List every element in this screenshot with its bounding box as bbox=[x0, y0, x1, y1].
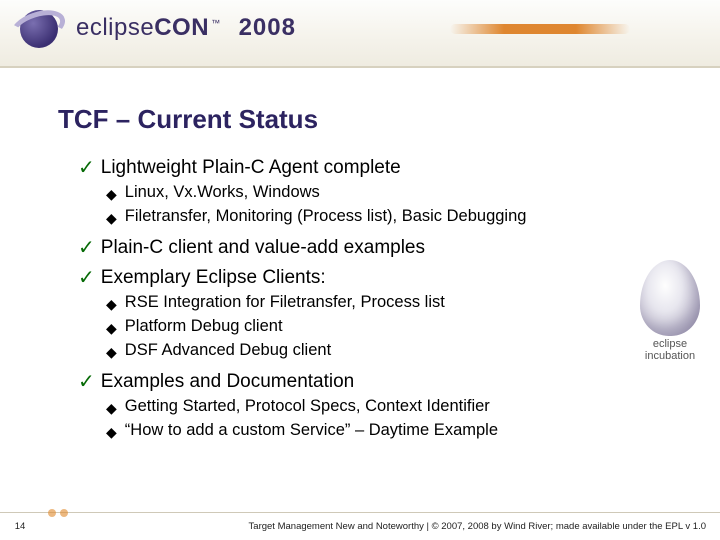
bullet-text: RSE Integration for Filetransfer, Proces… bbox=[125, 293, 445, 312]
diamond-icon: ◆ bbox=[106, 341, 117, 363]
diamond-icon: ◆ bbox=[106, 293, 117, 315]
bullet-l1: ✓ Examples and Documentation bbox=[78, 371, 638, 393]
bullet-text: DSF Advanced Debug client bbox=[125, 341, 331, 360]
header-accent-icon bbox=[450, 24, 630, 34]
checkmark-icon: ✓ bbox=[78, 237, 95, 259]
badge-text: eclipse bbox=[634, 338, 706, 350]
bullet-text: Getting Started, Protocol Specs, Context… bbox=[125, 397, 490, 416]
diamond-icon: ◆ bbox=[106, 207, 117, 229]
bullet-text: Filetransfer, Monitoring (Process list),… bbox=[125, 207, 527, 226]
slide-header: eclipseCON™ 2008 bbox=[0, 0, 720, 68]
bullet-l2: ◆ “How to add a custom Service” – Daytim… bbox=[106, 421, 638, 443]
bullet-l2: ◆ Platform Debug client bbox=[106, 317, 638, 339]
trademark-symbol: ™ bbox=[211, 18, 221, 28]
bullet-text: Lightweight Plain-C Agent complete bbox=[101, 157, 401, 179]
logo-text-bold: CON bbox=[154, 14, 209, 41]
year-label: 2008 bbox=[239, 14, 296, 42]
page-number: 14 bbox=[0, 521, 40, 532]
bullet-text: Plain-C client and value-add examples bbox=[101, 237, 425, 259]
footer-text: Target Management New and Noteworthy | ©… bbox=[40, 521, 720, 532]
bullet-l2: ◆ Filetransfer, Monitoring (Process list… bbox=[106, 207, 638, 229]
bullet-l2: ◆ DSF Advanced Debug client bbox=[106, 341, 638, 363]
checkmark-icon: ✓ bbox=[78, 157, 95, 179]
bullet-l1: ✓ Lightweight Plain-C Agent complete bbox=[78, 157, 638, 179]
egg-icon bbox=[640, 260, 700, 336]
bullet-l2: ◆ Linux, Vx.Works, Windows bbox=[106, 183, 638, 205]
bullet-text: Exemplary Eclipse Clients: bbox=[101, 267, 326, 289]
slide-footer: 14 Target Management New and Noteworthy … bbox=[0, 512, 720, 540]
checkmark-icon: ✓ bbox=[78, 371, 95, 393]
bullet-l1: ✓ Exemplary Eclipse Clients: bbox=[78, 267, 638, 289]
eclipsecon-logo: eclipseCON™ 2008 bbox=[14, 4, 296, 52]
footer-dots-icon bbox=[48, 509, 56, 517]
slide-title: TCF – Current Status bbox=[58, 104, 720, 135]
diamond-icon: ◆ bbox=[106, 183, 117, 205]
bullet-text: Linux, Vx.Works, Windows bbox=[125, 183, 320, 202]
slide-body: ✓ Lightweight Plain-C Agent complete ◆ L… bbox=[78, 157, 638, 443]
checkmark-icon: ✓ bbox=[78, 267, 95, 289]
badge-text: incubation bbox=[634, 350, 706, 362]
logo-text-plain: eclipse bbox=[76, 14, 154, 41]
bullet-text: Platform Debug client bbox=[125, 317, 283, 336]
diamond-icon: ◆ bbox=[106, 421, 117, 443]
bullet-l2: ◆ Getting Started, Protocol Specs, Conte… bbox=[106, 397, 638, 419]
bullet-text: Examples and Documentation bbox=[101, 371, 354, 393]
incubation-badge: eclipse incubation bbox=[634, 260, 706, 362]
diamond-icon: ◆ bbox=[106, 317, 117, 339]
eclipse-swirl-icon bbox=[14, 4, 72, 52]
bullet-l2: ◆ RSE Integration for Filetransfer, Proc… bbox=[106, 293, 638, 315]
bullet-text: “How to add a custom Service” – Daytime … bbox=[125, 421, 498, 440]
logo-text: eclipseCON™ bbox=[76, 14, 221, 42]
bullet-l1: ✓ Plain-C client and value-add examples bbox=[78, 237, 638, 259]
diamond-icon: ◆ bbox=[106, 397, 117, 419]
